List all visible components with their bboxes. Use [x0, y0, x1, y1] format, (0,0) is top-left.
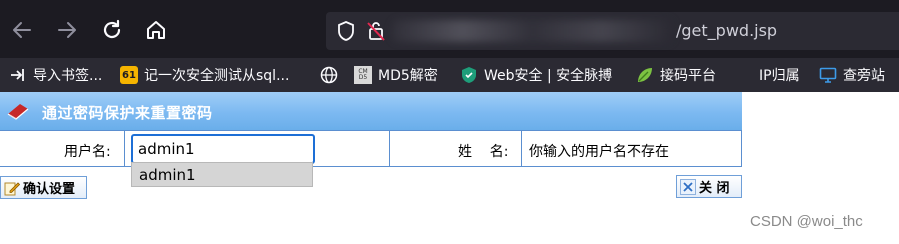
browser-toolbar: /get_pwd.jsp [0, 0, 899, 58]
forward-button[interactable] [54, 17, 80, 43]
cmd5-icon: CM D5 [354, 66, 372, 84]
name-label: 姓 名: [458, 144, 509, 160]
name-value-cell: 你输入的用户名不存在 [522, 131, 741, 166]
bookmarks-bar: 导入书签... 61 记一次安全测试从sql... CM D5 MD5解密 Web… [0, 58, 899, 92]
home-icon [147, 21, 165, 39]
bookmark-label: 导入书签... [33, 68, 103, 84]
globe-icon [320, 66, 338, 84]
import-icon [9, 66, 27, 84]
confirm-button[interactable]: 确认设置 [0, 176, 87, 199]
site-61-icon: 61 [120, 66, 138, 84]
leaf-icon [636, 66, 654, 84]
csdn-watermark: CSDN @woi_thc [750, 213, 863, 230]
name-label-cell: 姓 名: [390, 131, 522, 166]
book-icon [7, 104, 29, 120]
bookmark-label: 记一次安全测试从sql... [144, 68, 290, 84]
autocomplete-suggestion[interactable]: admin1 [139, 166, 196, 184]
username-label: 用户名: [64, 144, 111, 160]
back-arrow-icon [13, 22, 31, 38]
home-button[interactable] [143, 17, 169, 43]
bookmark-label: Web安全 | 安全脉搏 [484, 68, 613, 84]
close-button-label: 关 闭 [699, 181, 730, 196]
bookmark-label: IP归属 [759, 68, 800, 84]
reload-button[interactable] [99, 17, 125, 43]
puzzle-icon [735, 66, 753, 84]
bookmark-sql-article[interactable]: 61 记一次安全测试从sql... [120, 65, 289, 85]
reload-icon [103, 19, 121, 39]
panel-title-bar: 通过密码保护来重置密码 [0, 92, 742, 130]
edit-pencil-icon [3, 179, 21, 197]
forward-arrow-icon [58, 22, 76, 38]
insecure-lock-icon[interactable] [366, 20, 386, 42]
bookmark-web-security[interactable]: Web安全 | 安全脉搏 [460, 65, 612, 85]
monitor-icon [819, 66, 837, 84]
tracking-shield-icon[interactable] [337, 21, 355, 41]
shield-icon [460, 66, 478, 84]
username-input[interactable] [131, 134, 315, 164]
reset-form-table: 用户名: 姓 名: 你输入的用户名不存在 [0, 130, 742, 167]
username-label-cell: 用户名: [0, 131, 125, 166]
back-button[interactable] [9, 17, 35, 43]
bookmark-label: 查旁站 [843, 68, 885, 84]
name-message: 你输入的用户名不存在 [529, 144, 669, 160]
page-title: 通过密码保护来重置密码 [42, 104, 213, 122]
bookmark-sms-platform[interactable]: 接码平台 [636, 65, 716, 85]
bookmark-md5[interactable]: CM D5 MD5解密 [354, 65, 438, 85]
bookmark-label: 接码平台 [660, 68, 716, 84]
bookmark-ip-lookup[interactable]: IP归属 [735, 65, 800, 85]
url-path-text[interactable]: /get_pwd.jsp [676, 21, 777, 40]
close-icon [679, 178, 697, 196]
autocomplete-dropdown[interactable]: admin1 [131, 162, 313, 187]
bookmark-globe[interactable] [320, 65, 344, 85]
url-redacted [392, 20, 672, 42]
close-button[interactable]: 关 闭 [676, 175, 742, 198]
confirm-button-label: 确认设置 [23, 182, 76, 197]
bookmark-side-sites[interactable]: 查旁站 [819, 65, 885, 85]
bookmark-label: MD5解密 [378, 68, 438, 84]
bookmark-import[interactable]: 导入书签... [9, 65, 102, 85]
